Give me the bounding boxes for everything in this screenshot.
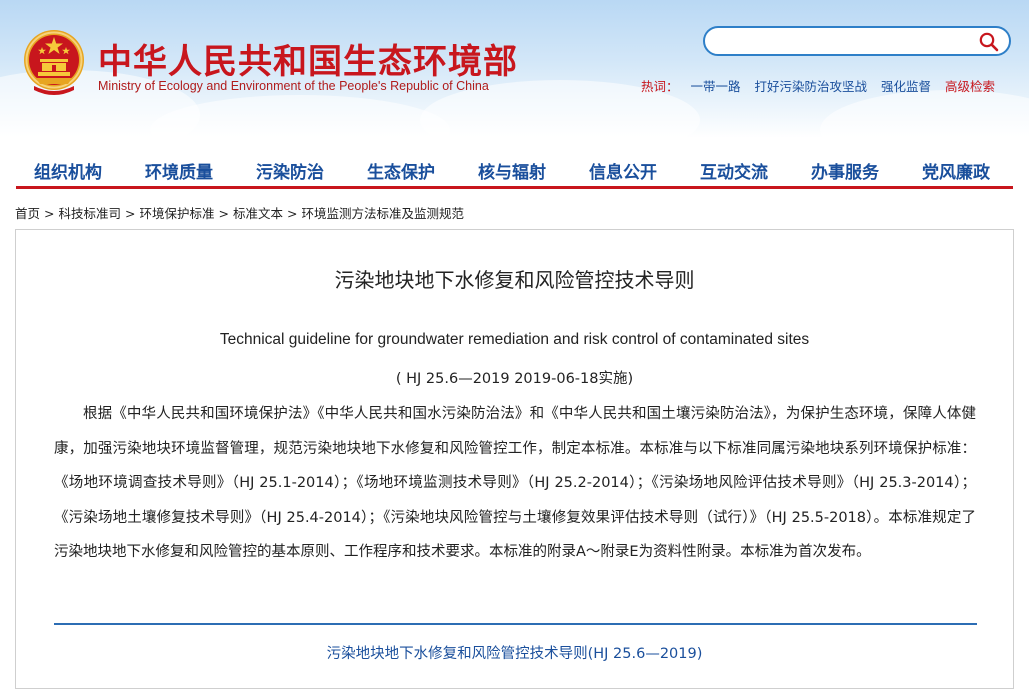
article-body: 根据《中华人民共和国环境保护法》《中华人民共和国水污染防治法》和《中华人民共和国… <box>54 406 976 560</box>
hot-keywords-label: 热词： <box>641 79 679 94</box>
nav-item-disclosure[interactable]: 信息公开 <box>589 158 657 183</box>
page-title-en: Technical guideline for groundwater reme… <box>219 331 810 348</box>
nav-item-interaction[interactable]: 互动交流 <box>700 158 768 183</box>
breadcrumb: 首页 > 科技标准司 > 环境保护标准 > 标准文本 > 环境监测方法标准及监测规范 <box>15 203 464 222</box>
header-cloud <box>820 90 1029 138</box>
attachment-link[interactable]: 污染地块地下水修复和风险管控技术导则(HJ 25.6—2019) <box>16 642 1013 663</box>
article-panel: 污染地块地下水修复和风险管控技术导则 Technical guideline f… <box>15 229 1014 689</box>
national-emblem-icon <box>24 30 84 95</box>
standard-code: ( HJ 25.6—2019 2019-06-18实施) <box>395 371 634 387</box>
nav-item-integrity[interactable]: 党风廉政 <box>922 158 990 183</box>
main-nav: 组织机构 环境质量 污染防治 生态保护 核与辐射 信息公开 互动交流 办事服务 … <box>16 154 1013 189</box>
hot-link-belt-road[interactable]: 一带一路 <box>691 79 741 94</box>
breadcrumb-standard-text[interactable]: 标准文本 <box>233 206 283 221</box>
nav-item-pollution[interactable]: 污染防治 <box>256 158 324 183</box>
nav-item-services[interactable]: 办事服务 <box>811 158 879 183</box>
breadcrumb-monitoring-methods[interactable]: 环境监测方法标准及监测规范 <box>302 206 465 221</box>
breadcrumb-separator: > <box>125 206 136 221</box>
nav-item-ecology[interactable]: 生态保护 <box>367 158 435 183</box>
advanced-search-link[interactable]: 高级检索 <box>945 79 995 94</box>
search-input[interactable] <box>719 31 963 53</box>
nav-item-organization[interactable]: 组织机构 <box>34 158 102 183</box>
nav-item-env-quality[interactable]: 环境质量 <box>145 158 213 183</box>
header-cloud <box>150 95 450 138</box>
content-divider <box>54 623 977 625</box>
hot-link-supervision[interactable]: 强化监督 <box>881 79 931 94</box>
breadcrumb-env-standards[interactable]: 环境保护标准 <box>140 206 215 221</box>
search-box <box>703 26 1011 56</box>
page-title: 污染地块地下水修复和风险管控技术导则 <box>334 268 695 292</box>
search-icon[interactable] <box>979 32 999 52</box>
breadcrumb-separator: > <box>287 206 298 221</box>
breadcrumb-separator: > <box>44 206 55 221</box>
breadcrumb-sci-tech[interactable]: 科技标准司 <box>59 206 122 221</box>
site-name-en: Ministry of Ecology and Environment of t… <box>98 79 489 93</box>
breadcrumb-home[interactable]: 首页 <box>15 206 40 221</box>
site-name-cn: 中华人民共和国生态环境部 <box>98 42 518 82</box>
site-header: 中华人民共和国生态环境部 Ministry of Ecology and Env… <box>0 0 1029 138</box>
hot-link-pollution-battle[interactable]: 打好污染防治攻坚战 <box>755 79 868 94</box>
hot-keywords: 热词： 一带一路 打好污染防治攻坚战 强化监督 高级检索 <box>641 76 995 95</box>
nav-item-nuclear[interactable]: 核与辐射 <box>478 158 546 183</box>
breadcrumb-separator: > <box>218 206 229 221</box>
